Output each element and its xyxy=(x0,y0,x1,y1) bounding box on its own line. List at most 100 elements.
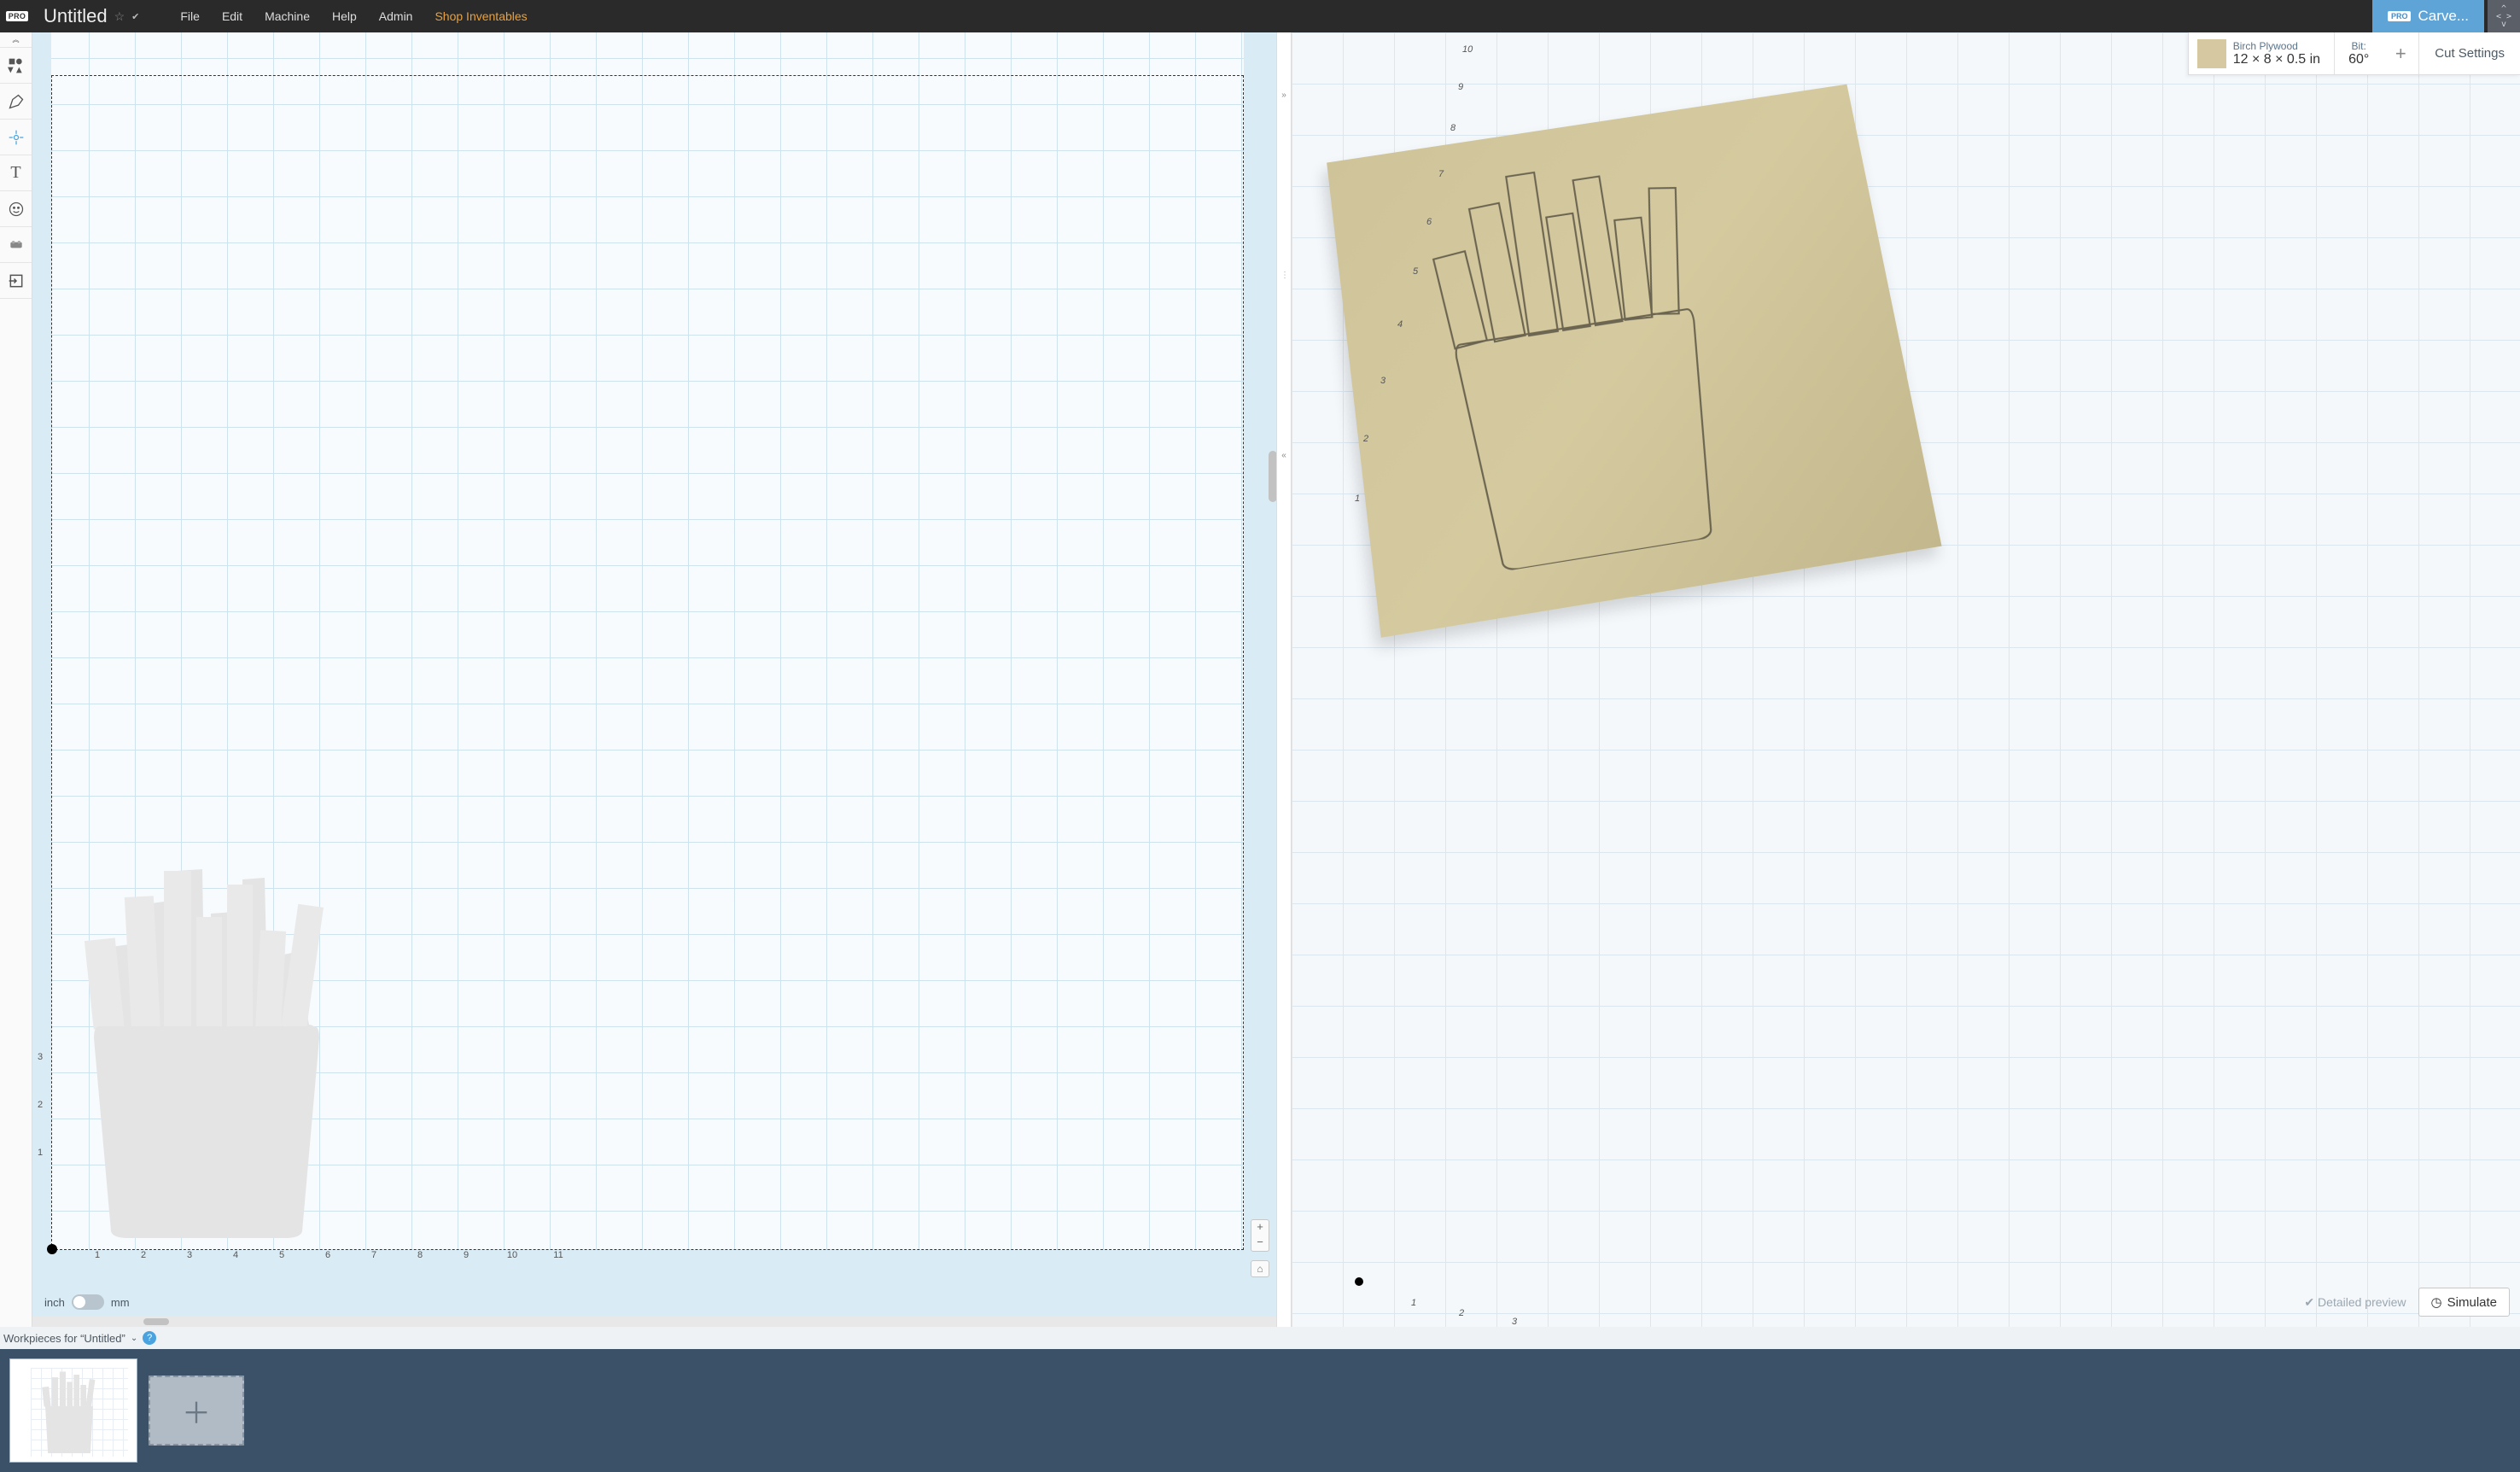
import-tool[interactable] xyxy=(0,263,32,299)
text-tool[interactable]: T xyxy=(0,155,32,191)
axis3d-tick: 2 xyxy=(1363,434,1368,444)
star-icon[interactable]: ☆ xyxy=(114,9,125,24)
left-toolbar: ︽ T xyxy=(0,32,32,1327)
main-area: ︽ T xyxy=(0,32,2520,1327)
pen-tool[interactable] xyxy=(0,84,32,120)
preview-controls: ✔ Detailed preview ◷ Simulate xyxy=(2304,1288,2510,1317)
axis3d-tick: 8 xyxy=(1450,123,1455,133)
pro-badge-small: PRO xyxy=(2388,11,2412,21)
x-tick: 1 xyxy=(95,1250,100,1260)
horizontal-scrollbar[interactable] xyxy=(143,1318,169,1325)
menu-file[interactable]: File xyxy=(180,9,200,23)
y-tick: 1 xyxy=(38,1148,43,1158)
workpieces-title: Workpieces for “Untitled” xyxy=(3,1332,125,1345)
clock-icon: ◷ xyxy=(2431,1294,2442,1310)
x-tick: 2 xyxy=(141,1250,146,1260)
grid-surface xyxy=(51,32,1244,1250)
x-tick: 11 xyxy=(553,1250,563,1260)
workpieces-strip: ＋ xyxy=(0,1349,2520,1472)
preview-origin-dot xyxy=(1355,1277,1363,1286)
zoom-out-button[interactable]: − xyxy=(1251,1235,1269,1251)
main-menu: File Edit Machine Help Admin Shop Invent… xyxy=(180,9,527,23)
material-dimensions: 12 × 8 × 0.5 in xyxy=(2233,52,2320,67)
detailed-preview-toggle[interactable]: ✔ Detailed preview xyxy=(2304,1295,2406,1310)
material-board-3d xyxy=(1327,85,1941,638)
design-canvas[interactable]: 1 2 3 1 2 3 4 5 6 7 8 9 10 11 + − xyxy=(32,32,1276,1288)
toolpath-outline xyxy=(1387,129,1777,581)
collapse-right-icon[interactable]: » xyxy=(1281,91,1286,100)
unit-inch-label: inch xyxy=(44,1296,65,1309)
drill-tool[interactable] xyxy=(0,120,32,155)
x-tick: 8 xyxy=(417,1250,423,1260)
menu-machine[interactable]: Machine xyxy=(265,9,310,23)
carve-label: Carve... xyxy=(2418,8,2469,25)
axis3d-btick: 3 xyxy=(1512,1317,1517,1327)
detailed-preview-label: Detailed preview xyxy=(2318,1295,2406,1309)
x-tick: 6 xyxy=(325,1250,330,1260)
axis3d-tick: 9 xyxy=(1458,82,1463,92)
x-tick: 10 xyxy=(507,1250,517,1260)
x-axis: 1 2 3 4 5 6 7 8 9 10 11 xyxy=(51,1250,1244,1262)
workpiece-thumbnail[interactable] xyxy=(10,1359,137,1462)
viewcube-button[interactable]: ^ < > v xyxy=(2488,0,2520,32)
simulate-button[interactable]: ◷ Simulate xyxy=(2418,1288,2510,1317)
axis3d-tick: 7 xyxy=(1438,169,1444,179)
splitter-grip-icon[interactable]: ⋮ xyxy=(1280,271,1287,280)
horizontal-scrollbar-track[interactable] xyxy=(32,1317,1276,1327)
workpieces-header[interactable]: Workpieces for “Untitled” ⌄ ? xyxy=(0,1327,2520,1349)
menu-shop[interactable]: Shop Inventables xyxy=(435,9,527,23)
axis3d-tick: 3 xyxy=(1380,376,1385,386)
material-name: Birch Plywood xyxy=(2233,40,2320,52)
y-axis: 1 2 3 xyxy=(32,32,51,1250)
workpieces-panel: Workpieces for “Untitled” ⌄ ? ＋ xyxy=(0,1327,2520,1472)
plus-icon: ＋ xyxy=(182,1390,211,1432)
menu-help[interactable]: Help xyxy=(332,9,357,23)
axis3d-tick: 1 xyxy=(1355,494,1360,504)
y-tick: 2 xyxy=(38,1100,43,1110)
design-shape-fries[interactable] xyxy=(79,854,335,1238)
x-tick: 9 xyxy=(464,1250,469,1260)
project-title-block[interactable]: Untitled ☆ ✔ xyxy=(44,5,139,27)
design-canvas-panel: 1 2 3 1 2 3 4 5 6 7 8 9 10 11 + − xyxy=(32,32,1276,1327)
zoom-controls: + − xyxy=(1251,1219,1269,1252)
unit-mm-label: mm xyxy=(111,1296,130,1309)
chevron-down-icon[interactable]: ⌄ xyxy=(131,1334,137,1343)
material-info[interactable]: Birch Plywood 12 × 8 × 0.5 in xyxy=(2233,32,2334,74)
collapse-toolbar-icon[interactable]: ︽ xyxy=(0,32,32,48)
help-icon[interactable]: ? xyxy=(143,1331,156,1345)
y-tick: 3 xyxy=(38,1052,43,1062)
zoom-in-button[interactable]: + xyxy=(1251,1220,1269,1235)
carve-button[interactable]: PRO Carve... xyxy=(2372,0,2484,32)
x-tick: 5 xyxy=(279,1250,284,1260)
collapse-left-icon[interactable]: « xyxy=(1281,451,1286,460)
check-icon: ✔ xyxy=(2304,1295,2314,1310)
app-logo[interactable]: PRO xyxy=(3,2,32,31)
top-bar: PRO Untitled ☆ ✔ File Edit Machine Help … xyxy=(0,0,2520,32)
menu-admin[interactable]: Admin xyxy=(379,9,413,23)
x-tick: 4 xyxy=(233,1250,238,1260)
unit-toggle[interactable] xyxy=(72,1294,104,1310)
add-bit-button[interactable]: + xyxy=(2383,32,2418,74)
unit-bar: inch mm xyxy=(32,1288,1276,1317)
vertical-scrollbar[interactable] xyxy=(1269,451,1276,502)
material-swatch[interactable] xyxy=(2197,39,2226,68)
simulate-label: Simulate xyxy=(2447,1295,2497,1310)
home-view-button[interactable]: ⌂ xyxy=(1251,1260,1269,1277)
cut-settings-button[interactable]: Cut Settings xyxy=(2419,32,2520,74)
chevron-down-icon[interactable]: ✔ xyxy=(131,11,139,22)
axis3d-btick: 2 xyxy=(1459,1308,1464,1318)
top-right-controls: PRO Carve... ^ < > v xyxy=(2372,0,2520,32)
shapes-tool[interactable] xyxy=(0,48,32,84)
bit-label: Bit: xyxy=(2348,40,2369,52)
panel-splitter[interactable]: » ⋮ « xyxy=(1276,32,1292,1327)
icon-library-tool[interactable] xyxy=(0,191,32,227)
cut-settings-label: Cut Settings xyxy=(2435,46,2505,61)
bit-info[interactable]: Bit: 60° xyxy=(2335,32,2383,74)
axis3d-tick: 10 xyxy=(1462,44,1473,55)
preview-panel[interactable]: 10 9 8 7 6 5 4 3 2 1 1 2 3 Birch Plywood… xyxy=(1292,32,2520,1327)
apps-tool[interactable] xyxy=(0,227,32,263)
axis3d-tick: 4 xyxy=(1397,319,1403,330)
add-workpiece-button[interactable]: ＋ xyxy=(149,1376,244,1446)
menu-edit[interactable]: Edit xyxy=(222,9,242,23)
x-tick: 7 xyxy=(371,1250,376,1260)
